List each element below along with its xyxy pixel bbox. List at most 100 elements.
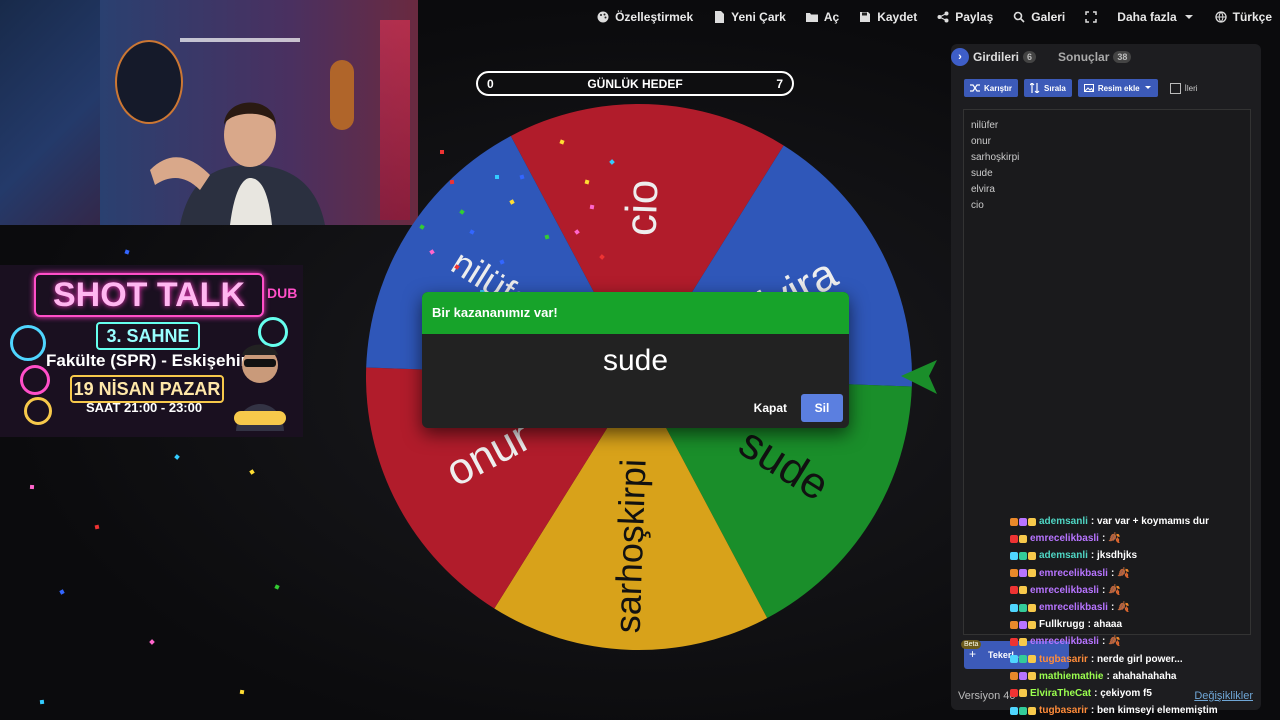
chat-message: tugbasarir: nerde girl power... bbox=[1010, 651, 1250, 668]
tab-results[interactable]: Sonuçlar 38 bbox=[1050, 44, 1139, 70]
entry-line: onur bbox=[971, 136, 992, 147]
chat-message: mathiemathie: ahahahahaha bbox=[1010, 668, 1250, 685]
chat-message: emrecelikbasli: 🍂 bbox=[1010, 633, 1250, 650]
badge-icon bbox=[1019, 569, 1027, 578]
save-label: Kaydet bbox=[877, 10, 918, 24]
chat-message: tugbasarir: ben kimseyi elememiştim bbox=[1010, 702, 1250, 719]
top-toolbar: Özelleştirmek Yeni Çark Aç Kaydet Paylaş… bbox=[418, 0, 1280, 34]
confetti-piece bbox=[589, 204, 595, 210]
poster-date: 19 NİSAN PAZAR bbox=[70, 375, 224, 403]
badge-icon bbox=[1010, 672, 1018, 681]
badge-icon bbox=[1010, 551, 1018, 560]
tab-results-count: 38 bbox=[1113, 51, 1132, 63]
dialog-actions: Kapat Sil bbox=[754, 394, 843, 422]
advanced-checkbox[interactable]: İleri bbox=[1169, 82, 1198, 94]
save-button[interactable]: Kaydet bbox=[849, 0, 927, 34]
shuffle-icon bbox=[970, 84, 980, 92]
badge-icon bbox=[1028, 569, 1036, 578]
daily-goal-bar: 0 GÜNLÜK HEDEF 7 bbox=[476, 71, 794, 96]
chat-text: : ben kimseyi elememiştim bbox=[1090, 705, 1218, 717]
poster-ring bbox=[10, 325, 46, 361]
gallery-button[interactable]: Galeri bbox=[1003, 0, 1075, 34]
chat-text: : 🍂 bbox=[1110, 567, 1130, 579]
confetti-piece bbox=[494, 174, 500, 180]
customize-button[interactable]: Özelleştirmek bbox=[587, 0, 703, 34]
badge-icon bbox=[1019, 534, 1027, 543]
open-label: Aç bbox=[823, 10, 840, 24]
chat-message: ademsanli: jksdhjks bbox=[1010, 547, 1250, 564]
language-button[interactable]: Türkçe bbox=[1205, 0, 1280, 34]
badge-icon bbox=[1028, 517, 1036, 526]
badge-icon bbox=[1028, 551, 1036, 560]
advanced-label: İleri bbox=[1184, 83, 1198, 93]
chevron-right-icon[interactable]: › bbox=[951, 48, 969, 66]
badge-icon bbox=[1019, 637, 1027, 646]
share-icon bbox=[937, 11, 949, 23]
dialog-title: Bir kazananımız var! bbox=[422, 292, 849, 334]
confetti-piece bbox=[29, 484, 35, 490]
badge-icon bbox=[1028, 603, 1036, 612]
new-wheel-button[interactable]: Yeni Çark bbox=[703, 0, 796, 34]
chat-username: emrecelikbasli bbox=[1030, 636, 1099, 648]
badge-icon bbox=[1010, 517, 1018, 526]
document-icon bbox=[715, 11, 725, 23]
chat-badges bbox=[1010, 706, 1036, 715]
badge-icon bbox=[1010, 706, 1018, 715]
version-text: Versiyon 40 bbox=[958, 690, 1016, 702]
panel-tabs: › Girdileri 6 Sonuçlar 38 bbox=[951, 44, 1261, 70]
shuffle-label: Karıştır bbox=[984, 83, 1013, 93]
save-icon bbox=[860, 12, 871, 22]
entry-line: nilüfer bbox=[971, 120, 999, 131]
confetti-piece bbox=[440, 150, 444, 154]
chat-text: : 🍂 bbox=[1101, 584, 1121, 596]
confetti-piece bbox=[94, 524, 100, 530]
checkbox-icon bbox=[1169, 82, 1181, 94]
badge-icon bbox=[1010, 655, 1018, 664]
goal-right-value: 7 bbox=[776, 76, 783, 91]
chevron-down-icon bbox=[1144, 86, 1151, 89]
chat-message: emrecelikbasli: 🍂 bbox=[1010, 565, 1250, 582]
close-button[interactable]: Kapat bbox=[754, 401, 787, 415]
share-button[interactable]: Paylaş bbox=[927, 0, 1003, 34]
entry-line: sude bbox=[971, 168, 993, 179]
chat-badges bbox=[1010, 603, 1036, 612]
sort-icon bbox=[1030, 83, 1040, 93]
chat-text: : ahahahahaha bbox=[1106, 670, 1177, 682]
share-label: Paylaş bbox=[955, 10, 994, 24]
badge-icon bbox=[1019, 672, 1027, 681]
more-menu-button[interactable]: Daha fazla bbox=[1107, 0, 1204, 34]
badge-icon bbox=[1028, 620, 1036, 629]
badge-icon bbox=[1019, 517, 1027, 526]
remove-button[interactable]: Sil bbox=[801, 394, 843, 422]
chat-username: emrecelikbasli bbox=[1030, 533, 1099, 545]
fullscreen-button[interactable] bbox=[1075, 0, 1107, 34]
add-image-button[interactable]: Resim ekle bbox=[1077, 79, 1158, 97]
chat-badges bbox=[1010, 517, 1036, 526]
more-menu-label: Daha fazla bbox=[1117, 10, 1177, 24]
chevron-down-icon bbox=[1184, 15, 1193, 19]
chat-username: emrecelikbasli bbox=[1039, 602, 1108, 614]
palette-icon bbox=[597, 11, 609, 23]
chat-message: ademsanli: var var + koymamıs dur bbox=[1010, 513, 1250, 530]
sort-label: Sırala bbox=[1044, 83, 1066, 93]
badge-icon bbox=[1028, 655, 1036, 664]
gallery-label: Galeri bbox=[1031, 10, 1066, 24]
customize-label: Özelleştirmek bbox=[615, 10, 694, 24]
streamer-image bbox=[150, 102, 325, 225]
badge-icon bbox=[1028, 672, 1036, 681]
entries-toolbar: Karıştır Sırala Resim ekle İleri bbox=[964, 79, 1198, 97]
poster-venue: Fakülte (SPR) - Eskişehir bbox=[46, 351, 248, 370]
chat-username: emrecelikbasli bbox=[1030, 584, 1099, 596]
globe-icon bbox=[1214, 11, 1227, 23]
shuffle-button[interactable]: Karıştır bbox=[964, 79, 1019, 97]
beta-badge: Beta bbox=[961, 640, 982, 649]
image-icon bbox=[1083, 84, 1094, 92]
badge-icon bbox=[1019, 620, 1027, 629]
chat-username: ademsanli bbox=[1039, 550, 1088, 562]
confetti-piece bbox=[39, 699, 45, 705]
sort-button[interactable]: Sırala bbox=[1024, 79, 1072, 97]
chat-badges bbox=[1010, 569, 1036, 578]
chat-message: emrecelikbasli: 🍂 bbox=[1010, 599, 1250, 616]
open-button[interactable]: Aç bbox=[796, 0, 849, 34]
tab-entries[interactable]: › Girdileri 6 bbox=[951, 44, 1044, 70]
